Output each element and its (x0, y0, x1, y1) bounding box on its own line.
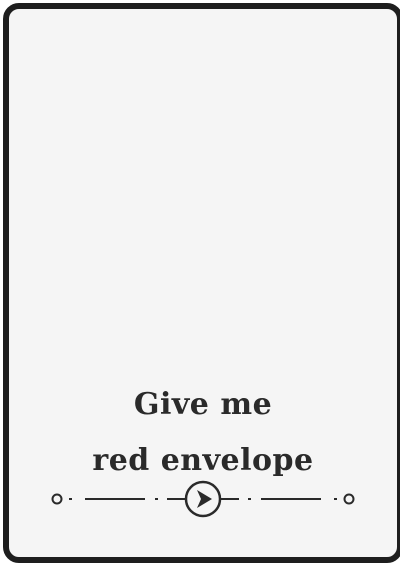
left-end-circle (51, 493, 63, 505)
right-end-circle (343, 493, 355, 505)
card[interactable]: Give me red envelope (3, 3, 400, 563)
card-title: Give me red envelope (9, 377, 397, 489)
card-title-line-1: Give me (133, 387, 273, 422)
ornament-divider (51, 480, 355, 518)
play-button[interactable] (184, 480, 222, 518)
play-icon[interactable] (197, 490, 212, 508)
